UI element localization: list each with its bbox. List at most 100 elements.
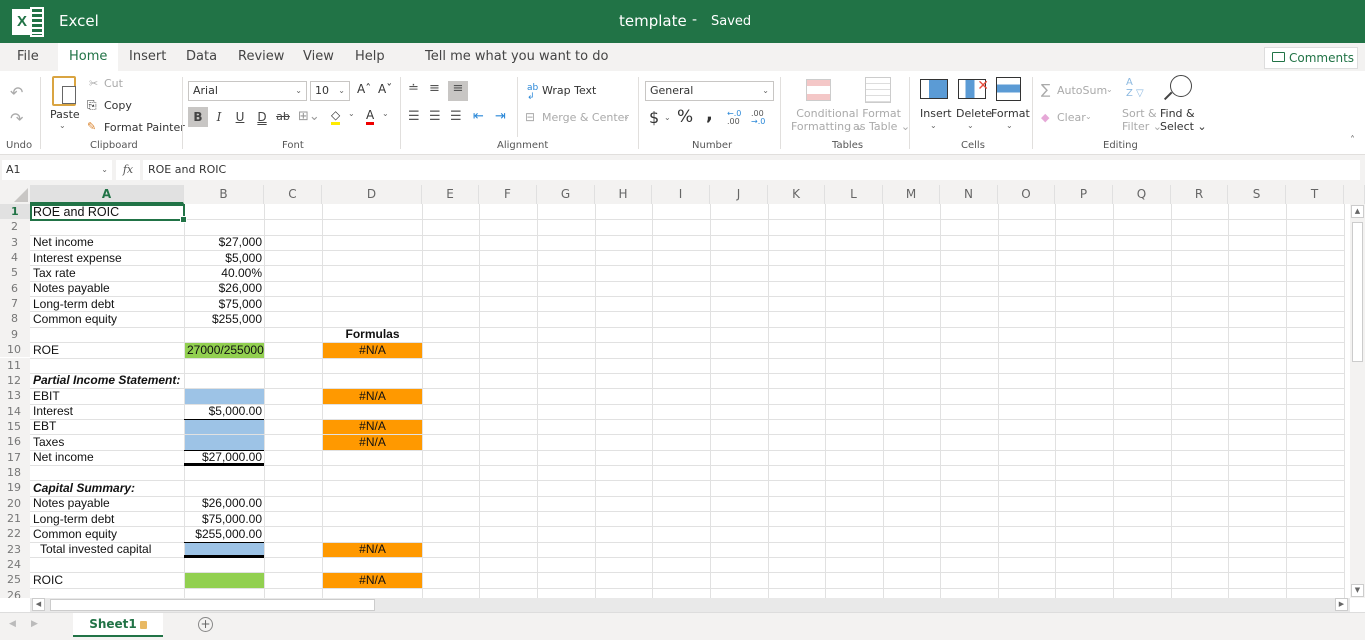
cell-d16[interactable]: #N/A [323,435,422,450]
insert-dropdown-icon[interactable]: ⌄ [930,121,937,130]
cell-a8[interactable]: Common equity [31,312,184,327]
vertical-scrollbar[interactable]: ▲ ▼ [1350,204,1365,598]
autosum-button[interactable]: AutoSum [1057,84,1107,97]
comma-button[interactable]: , [706,104,713,125]
merge-dropdown-icon[interactable]: ⌄ [623,112,630,121]
font-color-icon[interactable]: A [366,109,375,125]
autosum-dropdown-icon[interactable]: ⌄ [1106,85,1113,94]
align-top-icon[interactable]: ≐ [408,81,419,96]
row-header-15[interactable]: 15 [0,418,30,435]
prev-sheet-icon[interactable]: ◀ [9,619,16,629]
font-name-dropdown[interactable]: Arial ⌄ [188,81,307,101]
cell-d10[interactable]: #N/A [323,343,422,358]
cell-b5[interactable]: 40.00% [185,266,264,281]
spreadsheet-grid[interactable]: A B C D E F G H I J K L M N O P Q R S T 1 2 3 4 5 6 7 8 9 10 11 12 13 14 1… [0,185,1365,598]
row-header-18[interactable]: 18 [0,464,30,481]
tab-home[interactable]: Home [58,43,119,71]
cell-b3[interactable]: $27,000 [185,235,264,250]
row-header-20[interactable]: 20 [0,495,30,511]
cell-a4[interactable]: Interest expense [31,251,184,266]
row-header-9[interactable]: 9 [0,326,30,343]
row-header-21[interactable]: 21 [0,511,30,527]
cell-b10[interactable]: 27000/255000 [185,343,264,358]
fill-color-dropdown-icon[interactable]: ⌄ [348,109,355,118]
row-header-4[interactable]: 4 [0,250,30,266]
row-header-3[interactable]: 3 [0,234,30,251]
italic-button[interactable]: I [209,107,229,127]
column-header-s[interactable]: S [1228,185,1286,204]
decrease-decimal-button[interactable]: .00 →.0 [751,110,765,126]
cell-a17[interactable]: Net income [31,450,184,465]
column-header-g[interactable]: G [537,185,595,204]
document-title[interactable]: template [619,12,687,30]
cell-b20[interactable]: $26,000.00 [185,496,264,511]
column-header-l[interactable]: L [825,185,883,204]
add-sheet-button[interactable]: + [198,617,213,632]
cell-a7[interactable]: Long-term debt [31,297,184,312]
row-header-14[interactable]: 14 [0,403,30,419]
tab-view[interactable]: View [293,43,344,71]
tab-data[interactable]: Data [176,43,227,71]
row-header-11[interactable]: 11 [0,357,30,373]
tab-review[interactable]: Review [228,43,294,71]
cell-b14[interactable]: $5,000.00 [185,404,264,419]
cell-b6[interactable]: $26,000 [185,281,264,296]
format-cells-button[interactable]: Format [991,107,1030,120]
increase-indent-icon[interactable]: ⇥ [495,109,506,124]
vertical-scroll-thumb[interactable] [1352,222,1363,362]
column-header-e[interactable]: E [422,185,479,204]
cell-b4[interactable]: $5,000 [185,251,264,266]
column-header-i[interactable]: I [652,185,710,204]
format-as-table-button[interactable]: Format as Table ⌄ [853,107,910,133]
borders-icon[interactable]: ⊞⌄ [298,109,320,124]
font-color-dropdown-icon[interactable]: ⌄ [382,109,389,118]
cell-b21[interactable]: $75,000.00 [185,512,264,527]
row-header-17[interactable]: 17 [0,449,30,465]
next-sheet-icon[interactable]: ▶ [31,619,38,629]
fill-color-icon[interactable]: ◇ [331,109,341,125]
double-underline-button[interactable]: D [252,107,272,127]
format-painter-button[interactable]: Format Painter [104,121,185,134]
scroll-up-icon[interactable]: ▲ [1351,205,1364,218]
undo-icon[interactable]: ↶ [10,83,23,102]
cell-a23[interactable]: Total invested capital [31,542,184,557]
row-header-19[interactable]: 19 [0,480,30,496]
cell-a22[interactable]: Common equity [31,527,184,542]
redo-icon[interactable]: ↷ [10,109,23,128]
cell-d9[interactable]: Formulas [323,327,422,342]
align-center-icon[interactable]: ☰ [429,109,441,124]
column-header-o[interactable]: O [998,185,1055,204]
column-header-c[interactable]: C [264,185,322,204]
column-header-k[interactable]: K [768,185,825,204]
insert-cells-button[interactable]: Insert [920,107,952,120]
cell-b7[interactable]: $75,000 [185,297,264,312]
row-header-7[interactable]: 7 [0,296,30,312]
number-format-dropdown[interactable]: General ⌄ [645,81,774,101]
cell-a16[interactable]: Taxes [31,435,184,450]
cell-d15[interactable]: #N/A [323,419,422,434]
font-size-dropdown[interactable]: 10 ⌄ [310,81,350,101]
column-header-p[interactable]: P [1055,185,1113,204]
cell-a13[interactable]: EBIT [31,389,184,404]
column-header-t[interactable]: T [1286,185,1344,204]
tell-me-search[interactable]: Tell me what you want to do [425,43,608,71]
format-dropdown-icon[interactable]: ⌄ [1006,121,1013,130]
delete-cells-button[interactable]: Delete [956,107,992,120]
row-header-25[interactable]: 25 [0,572,30,588]
align-middle-icon[interactable]: ≡ [429,81,440,96]
row-header-12[interactable]: 12 [0,372,30,389]
underline-button[interactable]: U [230,107,250,127]
scroll-down-icon[interactable]: ▼ [1351,584,1364,597]
cell-a12[interactable]: Partial Income Statement: [31,373,184,388]
row-header-22[interactable]: 22 [0,526,30,542]
copy-button[interactable]: Copy [104,99,132,112]
scroll-left-icon[interactable]: ◀ [32,598,45,611]
cell-d23[interactable]: #N/A [323,542,422,557]
column-header-m[interactable]: M [883,185,940,204]
horizontal-scroll-thumb[interactable] [50,599,375,611]
function-icon[interactable]: fx [116,160,140,180]
row-header-5[interactable]: 5 [0,265,30,281]
align-left-icon[interactable]: ☰ [408,109,420,124]
cell-b22[interactable]: $255,000.00 [185,527,264,542]
column-header-j[interactable]: J [710,185,768,204]
